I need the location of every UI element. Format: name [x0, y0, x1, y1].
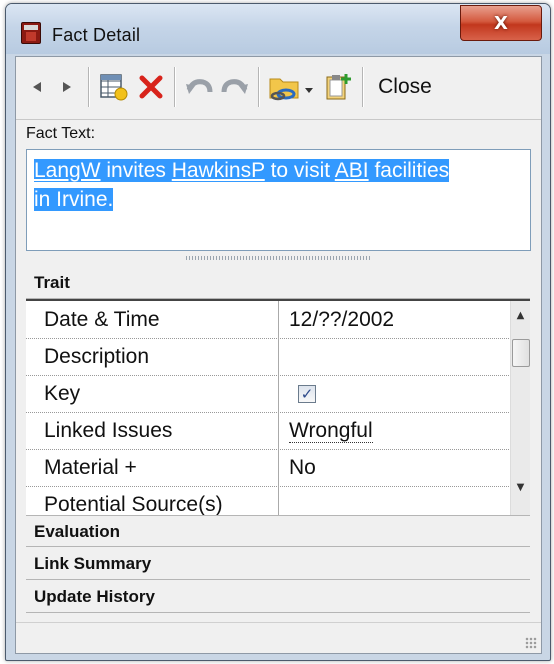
trait-value[interactable]: ✓: [280, 375, 511, 412]
fact-detail-window: Fact Detail X Close Fact Text: LangW inv…: [5, 3, 551, 661]
resize-grip-icon[interactable]: [525, 637, 537, 649]
trait-value[interactable]: 12/??/2002: [280, 301, 511, 338]
trait-value-text: No: [289, 456, 316, 479]
trait-name: Key: [26, 375, 279, 412]
toolbar-separator: [258, 67, 260, 107]
fact-text-segment: to visit: [264, 159, 335, 182]
section-evaluation[interactable]: Evaluation: [26, 515, 530, 547]
back-button[interactable]: [22, 69, 52, 105]
status-bar: [16, 622, 541, 653]
toolbar-separator: [174, 67, 176, 107]
trait-value-text: 12/??/2002: [289, 308, 395, 331]
trait-row[interactable]: Material + No: [26, 449, 511, 487]
forward-button[interactable]: [52, 69, 82, 105]
fact-entity-link[interactable]: ABI: [334, 159, 369, 182]
table-add-icon: [100, 74, 128, 101]
trait-row[interactable]: Potential Source(s): [26, 486, 511, 517]
new-record-button[interactable]: [96, 69, 132, 105]
trait-row[interactable]: Date & Time 12/??/2002: [26, 301, 511, 339]
forward-icon: [63, 82, 71, 92]
back-icon: [33, 82, 41, 92]
trait-grid: Date & Time 12/??/2002 Description Key ✓ Link…: [26, 299, 530, 517]
scroll-up-icon[interactable]: ▲: [511, 305, 530, 327]
section-update-history[interactable]: Update History: [26, 581, 530, 613]
delete-icon: [139, 75, 163, 99]
title-bar[interactable]: Fact Detail X: [6, 4, 550, 54]
link-folder-dropdown[interactable]: [264, 69, 320, 105]
close-button-label: Close: [378, 75, 432, 98]
trait-row[interactable]: Description: [26, 338, 511, 376]
fact-text-label: Fact Text:: [26, 125, 96, 142]
app-icon: [21, 22, 41, 44]
trait-value[interactable]: [280, 486, 511, 517]
fact-entity-link[interactable]: LangW: [34, 159, 101, 182]
trait-name: Material +: [26, 449, 279, 486]
section-link-summary[interactable]: Link Summary: [26, 548, 530, 580]
window-close-button[interactable]: X: [460, 5, 542, 41]
scroll-down-icon[interactable]: ▼: [511, 477, 530, 499]
window-content: Close Fact Text: LangW invites HawkinsP …: [15, 56, 542, 654]
trait-value[interactable]: [280, 338, 511, 375]
clipboard-add-button[interactable]: [320, 69, 356, 105]
toolbar-separator: [88, 67, 90, 107]
redo-button[interactable]: [218, 69, 252, 105]
window-title: Fact Detail: [52, 25, 141, 45]
redo-icon: [221, 79, 248, 94]
fact-text-segment: invites: [100, 159, 172, 182]
trait-row[interactable]: Linked Issues Wrongful: [26, 412, 511, 450]
grid-scrollbar[interactable]: ▲ ▼: [510, 301, 530, 517]
trait-value-text: Wrongful: [289, 419, 373, 443]
trait-value[interactable]: No: [280, 449, 511, 486]
scroll-thumb[interactable]: [512, 339, 530, 367]
fact-entity-link[interactable]: HawkinsP: [171, 159, 265, 182]
trait-value[interactable]: Wrongful: [280, 412, 511, 449]
toolbar: Close: [16, 57, 541, 120]
trait-row[interactable]: Key ✓: [26, 375, 511, 413]
undo-icon: [186, 79, 213, 94]
trait-name: Potential Source(s): [26, 486, 279, 517]
folder-link-icon: [269, 78, 313, 101]
clipboard-add-icon: [326, 74, 351, 100]
fact-text-area[interactable]: LangW invites HawkinsP to visit ABI faci…: [26, 149, 531, 251]
trait-name: Description: [26, 338, 279, 375]
delete-button[interactable]: [134, 69, 168, 105]
trait-name: Date & Time: [26, 301, 279, 338]
undo-button[interactable]: [182, 69, 216, 105]
splitter-handle[interactable]: [186, 256, 370, 260]
close-button[interactable]: Close: [370, 69, 440, 105]
toolbar-separator: [362, 67, 364, 107]
fact-text-content: LangW invites HawkinsP to visit ABI faci…: [34, 156, 454, 214]
section-trait[interactable]: Trait: [26, 267, 530, 299]
trait-name: Linked Issues: [26, 412, 279, 449]
key-checkbox[interactable]: ✓: [298, 385, 316, 403]
